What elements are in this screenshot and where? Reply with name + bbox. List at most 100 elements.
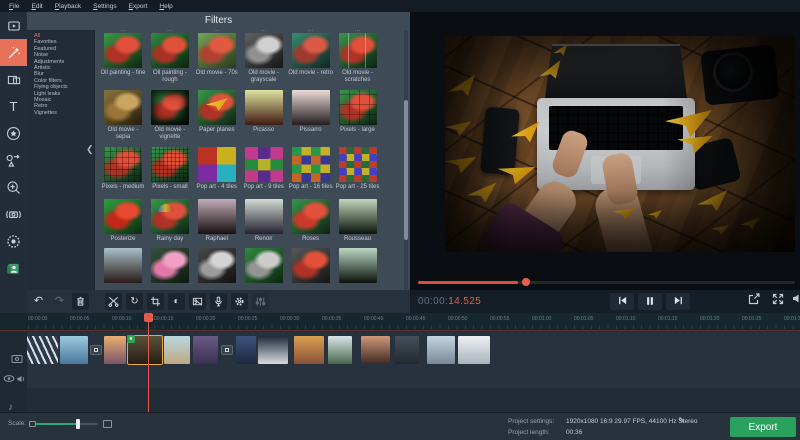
filter-thumbnail[interactable] <box>292 33 330 68</box>
audio-track[interactable] <box>0 388 800 412</box>
filter-thumbnail[interactable] <box>245 199 283 234</box>
edit-settings-pencil-icon[interactable]: ✎ <box>678 416 685 425</box>
timeline-clip[interactable] <box>164 336 190 364</box>
previous-frame-button[interactable] <box>610 293 634 310</box>
timeline-scale-slider[interactable] <box>36 423 98 425</box>
filter-thumbnail[interactable] <box>339 33 377 68</box>
crop-button[interactable] <box>147 293 164 310</box>
volume-button[interactable] <box>790 294 800 308</box>
export-button[interactable]: Export <box>730 417 796 437</box>
menu-settings[interactable]: Settings <box>88 3 122 10</box>
transition-badge[interactable] <box>90 345 102 355</box>
sidebar-item-stabilization[interactable] <box>0 201 27 228</box>
scrollbar-thumb[interactable] <box>404 100 408 240</box>
filter-thumbnail[interactable] <box>339 199 377 234</box>
video-track[interactable]: ★ <box>0 332 800 388</box>
playhead-handle[interactable] <box>144 313 153 322</box>
timeline-zoom-out-button[interactable] <box>29 421 36 427</box>
fullscreen-icon <box>772 292 784 310</box>
sidebar-item-video-clips[interactable] <box>0 12 27 39</box>
filter-thumbnail[interactable] <box>339 90 377 125</box>
filters-scrollbar[interactable] <box>404 30 408 290</box>
timeline-clip[interactable] <box>193 336 218 364</box>
filter-thumbnail[interactable] <box>245 90 283 125</box>
filter-thumbnail[interactable] <box>198 33 236 68</box>
seek-handle[interactable] <box>522 278 530 286</box>
filter-thumbnail[interactable] <box>292 90 330 125</box>
filter-thumbnail[interactable] <box>245 147 283 182</box>
filter-thumbnail[interactable] <box>151 199 189 234</box>
filter-thumbnail[interactable] <box>198 90 236 125</box>
filter-thumbnail[interactable] <box>245 33 283 68</box>
delete-trash-button[interactable] <box>72 293 89 310</box>
next-frame-button[interactable] <box>666 293 690 310</box>
filter-thumbnail[interactable] <box>292 248 330 283</box>
filter-thumbnail[interactable] <box>198 248 236 283</box>
pause-button[interactable] <box>638 293 662 310</box>
timeline-clip[interactable] <box>361 336 390 364</box>
split-scissors-button[interactable] <box>105 293 122 310</box>
filter-thumbnail[interactable] <box>198 199 236 234</box>
sidebar-item-highlight-conceal[interactable] <box>0 255 27 282</box>
menu-edit[interactable]: Edit <box>27 3 48 10</box>
sidebar-item-chroma-key[interactable] <box>0 228 27 255</box>
menu-playback[interactable]: Playback <box>50 3 86 10</box>
playhead-line[interactable] <box>148 313 149 412</box>
eye-visibility-icon[interactable] <box>3 374 15 383</box>
filter-thumbnail[interactable] <box>151 147 189 182</box>
timeline-clip[interactable] <box>395 336 419 364</box>
filter-thumbnail[interactable] <box>339 147 377 182</box>
sidebar-item-filters[interactable] <box>0 39 27 66</box>
menu-export[interactable]: Export <box>124 3 153 10</box>
filter-thumbnail[interactable] <box>292 199 330 234</box>
filter-thumbnail[interactable] <box>151 90 189 125</box>
filter-thumbnail[interactable] <box>104 90 142 125</box>
fullscreen-button[interactable] <box>770 294 786 308</box>
filter-thumbnail[interactable] <box>104 248 142 283</box>
color-adjustments-button[interactable]: ◐ <box>168 293 185 310</box>
filter-thumbnail[interactable] <box>292 147 330 182</box>
filter-thumbnail[interactable] <box>198 147 236 182</box>
seek-bar[interactable] <box>418 281 795 284</box>
share-frame-button[interactable] <box>746 294 762 308</box>
sidebar-item-callouts[interactable] <box>0 147 27 174</box>
timeline-clip[interactable] <box>294 336 324 364</box>
record-audio-mic-button[interactable] <box>210 293 227 310</box>
timeline-clip[interactable] <box>458 336 490 364</box>
transition-badge[interactable] <box>221 345 233 355</box>
timeline-clip-selected[interactable]: ★ <box>128 336 162 364</box>
sidebar-item-transitions[interactable] <box>0 66 27 93</box>
menu-help[interactable]: Help <box>154 3 177 10</box>
category-vignettes[interactable]: Vignettes <box>27 110 94 116</box>
filter-thumbnail[interactable] <box>104 147 142 182</box>
filter-thumbnail[interactable] <box>104 199 142 234</box>
sidebar-item-titles[interactable]: T <box>0 93 27 120</box>
timeline-clip[interactable] <box>25 336 58 364</box>
share-frame-icon <box>748 292 760 310</box>
video-frame[interactable] <box>445 36 795 252</box>
filter-thumbnail[interactable] <box>245 248 283 283</box>
timeline-ruler[interactable]: 00:00:0000:00:0500:00:1000:00:1500:00:20… <box>0 313 800 331</box>
undo-button[interactable]: ↶ <box>30 293 47 310</box>
timeline-clip[interactable] <box>60 336 88 364</box>
timeline-clip[interactable] <box>104 336 126 364</box>
filter-thumbnail[interactable] <box>104 33 142 68</box>
rotate-button[interactable]: ↻ <box>126 293 143 310</box>
timeline-clip[interactable] <box>258 336 288 364</box>
scale-slider-handle[interactable] <box>76 419 80 429</box>
track-mute-speaker-icon[interactable] <box>16 374 27 384</box>
timeline-clip[interactable] <box>427 336 455 364</box>
sidebar-item-pan-zoom[interactable] <box>0 174 27 201</box>
filter-thumbnail[interactable] <box>339 248 377 283</box>
timeline-clip[interactable] <box>328 336 352 364</box>
filter-thumbnail[interactable] <box>151 33 189 68</box>
clip-properties-gear-button[interactable] <box>231 293 248 310</box>
collapse-panel-chevron-icon[interactable]: ❮ <box>86 144 94 155</box>
filter-thumbnail[interactable] <box>151 248 189 283</box>
sidebar-item-stickers[interactable] <box>0 120 27 147</box>
menu-file[interactable]: File <box>4 3 25 10</box>
timeline-clip[interactable] <box>236 336 256 364</box>
timeline-zoom-in-button[interactable] <box>103 420 112 428</box>
pan-zoom-image-button[interactable] <box>189 293 206 310</box>
filter-thumbnail-label: Old movie - vignette <box>147 127 193 141</box>
